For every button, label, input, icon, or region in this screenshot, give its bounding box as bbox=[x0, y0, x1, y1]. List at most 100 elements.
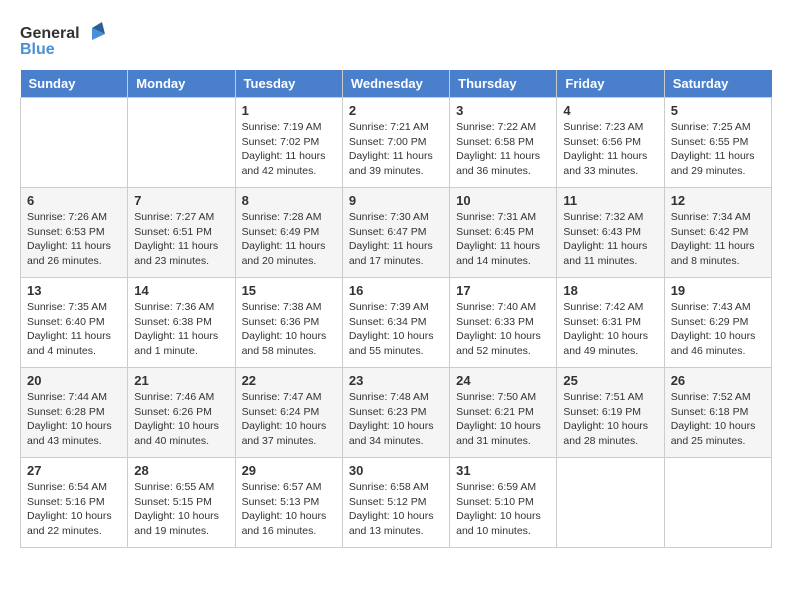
cell-info: Sunrise: 6:59 AM Sunset: 5:10 PM Dayligh… bbox=[456, 480, 550, 539]
day-header-monday: Monday bbox=[128, 70, 235, 98]
cell-info: Sunrise: 7:30 AM Sunset: 6:47 PM Dayligh… bbox=[349, 210, 443, 269]
day-number: 17 bbox=[456, 283, 550, 298]
sunrise: Sunrise: 7:50 AM bbox=[456, 391, 536, 403]
week-row-5: 27 Sunrise: 6:54 AM Sunset: 5:16 PM Dayl… bbox=[21, 458, 772, 548]
cell-info: Sunrise: 7:52 AM Sunset: 6:18 PM Dayligh… bbox=[671, 390, 765, 449]
day-number: 30 bbox=[349, 463, 443, 478]
daylight: Daylight: 10 hours and 10 minutes. bbox=[456, 510, 541, 537]
calendar-cell: 17 Sunrise: 7:40 AM Sunset: 6:33 PM Dayl… bbox=[450, 278, 557, 368]
sunset: Sunset: 6:24 PM bbox=[242, 406, 320, 418]
day-header-tuesday: Tuesday bbox=[235, 70, 342, 98]
calendar-cell bbox=[557, 458, 664, 548]
day-header-sunday: Sunday bbox=[21, 70, 128, 98]
sunset: Sunset: 6:28 PM bbox=[27, 406, 105, 418]
cell-info: Sunrise: 7:36 AM Sunset: 6:38 PM Dayligh… bbox=[134, 300, 228, 359]
cell-info: Sunrise: 7:27 AM Sunset: 6:51 PM Dayligh… bbox=[134, 210, 228, 269]
sunrise: Sunrise: 7:47 AM bbox=[242, 391, 322, 403]
calendar-cell: 12 Sunrise: 7:34 AM Sunset: 6:42 PM Dayl… bbox=[664, 188, 771, 278]
day-number: 28 bbox=[134, 463, 228, 478]
day-number: 25 bbox=[563, 373, 657, 388]
daylight: Daylight: 11 hours and 26 minutes. bbox=[27, 240, 111, 267]
sunrise: Sunrise: 7:26 AM bbox=[27, 211, 107, 223]
daylight: Daylight: 10 hours and 31 minutes. bbox=[456, 420, 541, 447]
calendar-cell: 24 Sunrise: 7:50 AM Sunset: 6:21 PM Dayl… bbox=[450, 368, 557, 458]
day-number: 10 bbox=[456, 193, 550, 208]
calendar-cell: 6 Sunrise: 7:26 AM Sunset: 6:53 PM Dayli… bbox=[21, 188, 128, 278]
day-number: 16 bbox=[349, 283, 443, 298]
sunset: Sunset: 7:00 PM bbox=[349, 136, 427, 148]
calendar-cell: 30 Sunrise: 6:58 AM Sunset: 5:12 PM Dayl… bbox=[342, 458, 449, 548]
cell-info: Sunrise: 7:48 AM Sunset: 6:23 PM Dayligh… bbox=[349, 390, 443, 449]
cell-info: Sunrise: 7:22 AM Sunset: 6:58 PM Dayligh… bbox=[456, 120, 550, 179]
day-number: 6 bbox=[27, 193, 121, 208]
calendar-cell: 31 Sunrise: 6:59 AM Sunset: 5:10 PM Dayl… bbox=[450, 458, 557, 548]
daylight: Daylight: 10 hours and 46 minutes. bbox=[671, 330, 756, 357]
sunset: Sunset: 6:18 PM bbox=[671, 406, 749, 418]
day-number: 19 bbox=[671, 283, 765, 298]
sunset: Sunset: 5:10 PM bbox=[456, 496, 534, 508]
daylight: Daylight: 11 hours and 36 minutes. bbox=[456, 150, 540, 177]
day-header-friday: Friday bbox=[557, 70, 664, 98]
sunset: Sunset: 6:49 PM bbox=[242, 226, 320, 238]
daylight: Daylight: 11 hours and 23 minutes. bbox=[134, 240, 218, 267]
sunset: Sunset: 5:15 PM bbox=[134, 496, 212, 508]
day-number: 1 bbox=[242, 103, 336, 118]
sunset: Sunset: 6:43 PM bbox=[563, 226, 641, 238]
cell-info: Sunrise: 7:34 AM Sunset: 6:42 PM Dayligh… bbox=[671, 210, 765, 269]
sunrise: Sunrise: 7:23 AM bbox=[563, 121, 643, 133]
daylight: Daylight: 11 hours and 14 minutes. bbox=[456, 240, 540, 267]
day-number: 24 bbox=[456, 373, 550, 388]
day-number: 5 bbox=[671, 103, 765, 118]
daylight: Daylight: 10 hours and 22 minutes. bbox=[27, 510, 112, 537]
cell-info: Sunrise: 7:23 AM Sunset: 6:56 PM Dayligh… bbox=[563, 120, 657, 179]
daylight: Daylight: 11 hours and 11 minutes. bbox=[563, 240, 647, 267]
daylight: Daylight: 10 hours and 34 minutes. bbox=[349, 420, 434, 447]
cell-info: Sunrise: 7:47 AM Sunset: 6:24 PM Dayligh… bbox=[242, 390, 336, 449]
sunrise: Sunrise: 7:48 AM bbox=[349, 391, 429, 403]
sunrise: Sunrise: 6:55 AM bbox=[134, 481, 214, 493]
page-header: General Blue bbox=[20, 20, 772, 60]
sunrise: Sunrise: 7:35 AM bbox=[27, 301, 107, 313]
calendar-cell: 21 Sunrise: 7:46 AM Sunset: 6:26 PM Dayl… bbox=[128, 368, 235, 458]
sunrise: Sunrise: 7:38 AM bbox=[242, 301, 322, 313]
cell-info: Sunrise: 6:57 AM Sunset: 5:13 PM Dayligh… bbox=[242, 480, 336, 539]
day-number: 2 bbox=[349, 103, 443, 118]
sunset: Sunset: 6:58 PM bbox=[456, 136, 534, 148]
daylight: Daylight: 10 hours and 49 minutes. bbox=[563, 330, 648, 357]
calendar-cell: 19 Sunrise: 7:43 AM Sunset: 6:29 PM Dayl… bbox=[664, 278, 771, 368]
day-number: 18 bbox=[563, 283, 657, 298]
sunrise: Sunrise: 7:39 AM bbox=[349, 301, 429, 313]
sunrise: Sunrise: 7:52 AM bbox=[671, 391, 751, 403]
day-header-saturday: Saturday bbox=[664, 70, 771, 98]
daylight: Daylight: 11 hours and 33 minutes. bbox=[563, 150, 647, 177]
sunrise: Sunrise: 7:34 AM bbox=[671, 211, 751, 223]
sunrise: Sunrise: 7:32 AM bbox=[563, 211, 643, 223]
day-number: 27 bbox=[27, 463, 121, 478]
sunrise: Sunrise: 7:44 AM bbox=[27, 391, 107, 403]
cell-info: Sunrise: 7:38 AM Sunset: 6:36 PM Dayligh… bbox=[242, 300, 336, 359]
daylight: Daylight: 10 hours and 40 minutes. bbox=[134, 420, 219, 447]
daylight: Daylight: 10 hours and 19 minutes. bbox=[134, 510, 219, 537]
calendar-cell: 8 Sunrise: 7:28 AM Sunset: 6:49 PM Dayli… bbox=[235, 188, 342, 278]
cell-info: Sunrise: 6:54 AM Sunset: 5:16 PM Dayligh… bbox=[27, 480, 121, 539]
daylight: Daylight: 11 hours and 1 minute. bbox=[134, 330, 218, 357]
cell-info: Sunrise: 7:44 AM Sunset: 6:28 PM Dayligh… bbox=[27, 390, 121, 449]
calendar-cell: 7 Sunrise: 7:27 AM Sunset: 6:51 PM Dayli… bbox=[128, 188, 235, 278]
cell-info: Sunrise: 7:51 AM Sunset: 6:19 PM Dayligh… bbox=[563, 390, 657, 449]
day-number: 29 bbox=[242, 463, 336, 478]
calendar-cell: 18 Sunrise: 7:42 AM Sunset: 6:31 PM Dayl… bbox=[557, 278, 664, 368]
sunrise: Sunrise: 7:40 AM bbox=[456, 301, 536, 313]
cell-info: Sunrise: 7:31 AM Sunset: 6:45 PM Dayligh… bbox=[456, 210, 550, 269]
sunrise: Sunrise: 6:59 AM bbox=[456, 481, 536, 493]
day-number: 12 bbox=[671, 193, 765, 208]
calendar-cell: 10 Sunrise: 7:31 AM Sunset: 6:45 PM Dayl… bbox=[450, 188, 557, 278]
day-number: 13 bbox=[27, 283, 121, 298]
sunset: Sunset: 6:21 PM bbox=[456, 406, 534, 418]
cell-info: Sunrise: 7:21 AM Sunset: 7:00 PM Dayligh… bbox=[349, 120, 443, 179]
calendar-cell bbox=[128, 98, 235, 188]
logo-svg: General Blue bbox=[20, 20, 110, 60]
sunset: Sunset: 6:31 PM bbox=[563, 316, 641, 328]
day-number: 14 bbox=[134, 283, 228, 298]
sunset: Sunset: 6:42 PM bbox=[671, 226, 749, 238]
day-number: 7 bbox=[134, 193, 228, 208]
